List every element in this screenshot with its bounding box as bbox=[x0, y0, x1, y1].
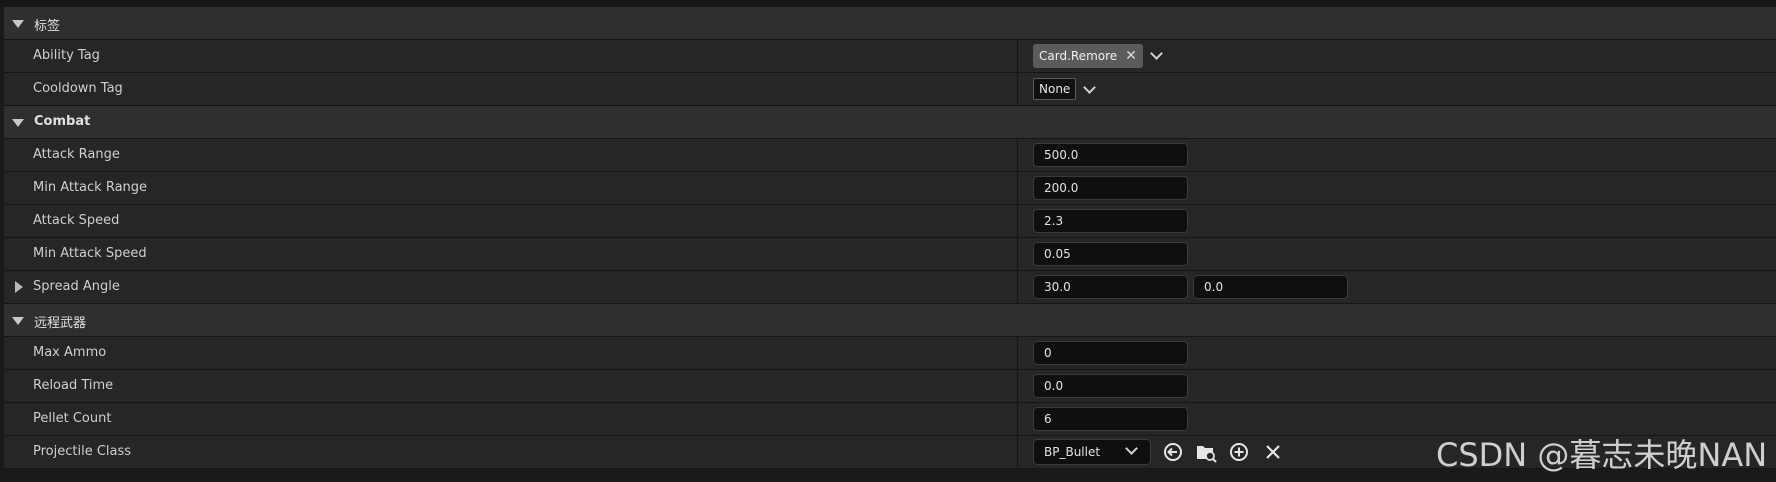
collapse-arrow-icon[interactable] bbox=[12, 119, 24, 127]
column-divider[interactable] bbox=[1017, 73, 1018, 105]
top-strip bbox=[0, 0, 1776, 7]
category-title: Combat bbox=[34, 114, 91, 129]
min-attack-speed-input[interactable]: 0.05 bbox=[1033, 242, 1188, 266]
reload-time-input[interactable]: 0.0 bbox=[1033, 374, 1188, 398]
column-divider[interactable] bbox=[1017, 271, 1018, 303]
property-row-attack-range: Attack Range 500.0 bbox=[4, 139, 1776, 172]
tag-none-box[interactable]: None bbox=[1033, 78, 1077, 100]
column-divider[interactable] bbox=[1017, 238, 1018, 270]
property-row-attack-speed: Attack Speed 2.3 bbox=[4, 205, 1776, 238]
property-label: Pellet Count bbox=[33, 411, 112, 426]
min-attack-range-input[interactable]: 200.0 bbox=[1033, 176, 1188, 200]
column-divider[interactable] bbox=[1017, 139, 1018, 171]
tag-chip-label: Card.Remore bbox=[1039, 49, 1118, 63]
column-divider[interactable] bbox=[1017, 205, 1018, 237]
chevron-down-icon[interactable] bbox=[1150, 47, 1163, 60]
collapse-arrow-icon[interactable] bbox=[12, 317, 24, 325]
remove-tag-icon[interactable]: ✕ bbox=[1125, 44, 1137, 68]
category-tags[interactable]: 标签 bbox=[4, 7, 1776, 40]
arrow-circle-left-icon[interactable] bbox=[1162, 441, 1184, 463]
close-icon[interactable] bbox=[1262, 441, 1284, 463]
combo-value: BP_Bullet bbox=[1044, 445, 1101, 459]
property-label: Cooldown Tag bbox=[33, 81, 123, 96]
collapse-arrow-icon[interactable] bbox=[12, 20, 24, 28]
property-label: Min Attack Range bbox=[33, 180, 148, 195]
property-label: Projectile Class bbox=[33, 444, 132, 459]
property-row-reload-time: Reload Time 0.0 bbox=[4, 370, 1776, 403]
column-divider[interactable] bbox=[1017, 436, 1018, 468]
property-label: Attack Speed bbox=[33, 213, 120, 228]
property-label: Min Attack Speed bbox=[33, 246, 147, 261]
property-row-max-ammo: Max Ammo 0 bbox=[4, 337, 1776, 370]
column-divider[interactable] bbox=[1017, 337, 1018, 369]
column-divider[interactable] bbox=[1017, 172, 1018, 204]
tag-chip[interactable]: Card.Remore ✕ bbox=[1033, 44, 1143, 68]
column-divider[interactable] bbox=[1017, 370, 1018, 402]
category-combat[interactable]: Combat bbox=[4, 106, 1776, 139]
ability-tag-value: Card.Remore ✕ bbox=[1033, 44, 1163, 70]
property-row-ability-tag: Ability Tag Card.Remore ✕ bbox=[4, 40, 1776, 73]
projectile-class-combo[interactable]: BP_Bullet bbox=[1033, 439, 1151, 465]
cooldown-tag-value: None bbox=[1033, 78, 1097, 104]
property-row-min-attack-speed: Min Attack Speed 0.05 bbox=[4, 238, 1776, 271]
plus-circle-icon[interactable] bbox=[1228, 441, 1250, 463]
property-row-spread-angle: Spread Angle 30.0 0.0 bbox=[4, 271, 1776, 304]
details-panel: 标签 Ability Tag Card.Remore ✕ Cooldown Tag… bbox=[4, 7, 1776, 469]
property-row-cooldown-tag: Cooldown Tag None bbox=[4, 73, 1776, 106]
property-label: Ability Tag bbox=[33, 48, 100, 63]
chevron-down-icon bbox=[1125, 442, 1138, 455]
spread-angle-x-input[interactable]: 30.0 bbox=[1033, 275, 1188, 299]
spread-angle-y-input[interactable]: 0.0 bbox=[1193, 275, 1348, 299]
category-title: 远程武器 bbox=[34, 316, 87, 331]
property-label: Reload Time bbox=[33, 378, 114, 393]
property-label: Attack Range bbox=[33, 147, 120, 162]
category-title: 标签 bbox=[34, 19, 61, 34]
property-row-min-attack-range: Min Attack Range 200.0 bbox=[4, 172, 1776, 205]
watermark-text: CSDN @暮志未晚NAN bbox=[1436, 436, 1768, 474]
category-ranged-weapon[interactable]: 远程武器 bbox=[4, 304, 1776, 337]
max-ammo-input[interactable]: 0 bbox=[1033, 341, 1188, 365]
column-divider[interactable] bbox=[1017, 40, 1018, 72]
property-label: Spread Angle bbox=[33, 279, 120, 294]
expand-arrow-icon[interactable] bbox=[15, 281, 23, 293]
property-label: Max Ammo bbox=[33, 345, 107, 360]
folder-search-icon[interactable] bbox=[1195, 441, 1217, 463]
attack-speed-input[interactable]: 2.3 bbox=[1033, 209, 1188, 233]
pellet-count-input[interactable]: 6 bbox=[1033, 407, 1188, 431]
attack-range-input[interactable]: 500.0 bbox=[1033, 143, 1188, 167]
chevron-down-icon[interactable] bbox=[1083, 81, 1097, 94]
column-divider[interactable] bbox=[1017, 403, 1018, 435]
